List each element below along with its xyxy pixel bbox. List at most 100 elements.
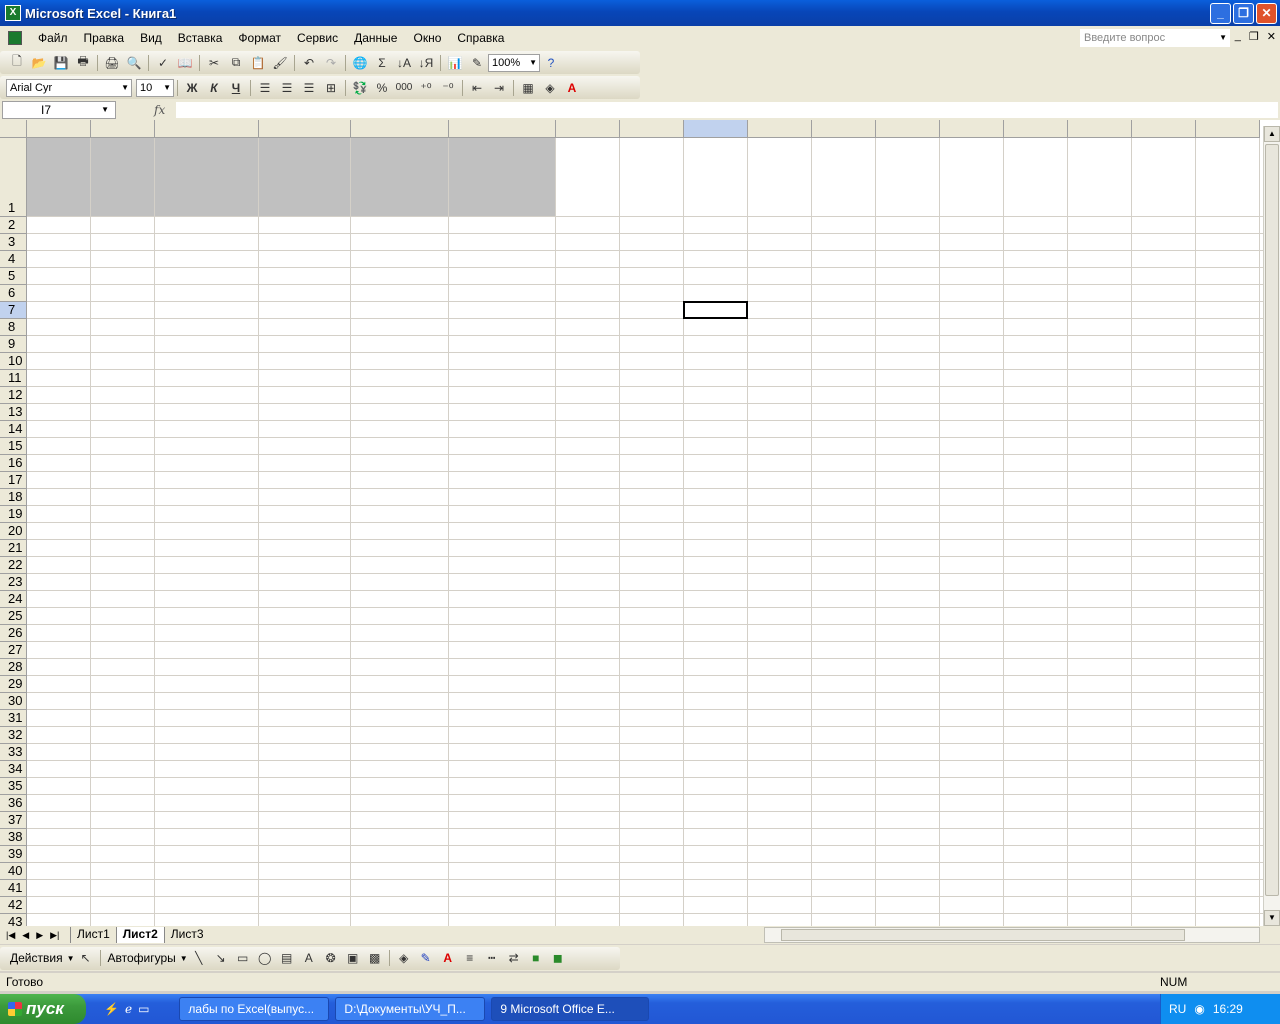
- row-header-2[interactable]: 2: [0, 217, 27, 234]
- line-icon[interactable]: ╲: [188, 948, 210, 968]
- prev-sheet-icon[interactable]: ◀: [22, 930, 29, 941]
- minimize-button[interactable]: _: [1210, 3, 1231, 24]
- header-cell-D[interactable]: [259, 138, 350, 216]
- column-header-C[interactable]: [155, 120, 259, 138]
- align-right-icon[interactable]: ☰: [298, 78, 320, 98]
- decrease-decimal-icon[interactable]: ⁻⁰: [437, 78, 459, 98]
- percent-button[interactable]: %: [371, 78, 393, 98]
- column-header-O[interactable]: [1068, 120, 1132, 138]
- row-header-28[interactable]: 28: [0, 659, 27, 676]
- active-cell-selection[interactable]: [683, 301, 748, 319]
- row-header-17[interactable]: 17: [0, 472, 27, 489]
- vertical-scroll-thumb[interactable]: [1265, 144, 1279, 896]
- row-header-24[interactable]: 24: [0, 591, 27, 608]
- autosum-icon[interactable]: Σ: [371, 53, 393, 73]
- chart-wizard-icon[interactable]: 📊: [444, 53, 466, 73]
- spreadsheet-grid[interactable]: 1 2 3 4 5 6 7 8 9 10 11 12 13 14 15 16 17 18 19 20 21 22 23 24 2…: [0, 120, 1280, 928]
- thousands-button[interactable]: 000: [393, 78, 415, 98]
- chevron-down-icon[interactable]: ▼: [1219, 29, 1227, 47]
- row-header-29[interactable]: 29: [0, 676, 27, 693]
- research-icon[interactable]: 📖: [174, 53, 196, 73]
- align-left-icon[interactable]: ☰: [254, 78, 276, 98]
- first-sheet-icon[interactable]: |◀: [6, 930, 15, 941]
- font-size-select[interactable]: 10 ▼: [136, 78, 174, 97]
- print-icon[interactable]: 🖨: [101, 53, 123, 73]
- decrease-indent-icon[interactable]: ⇤: [466, 78, 488, 98]
- column-header-M[interactable]: [940, 120, 1004, 138]
- tab-sheet2[interactable]: Лист2: [115, 927, 164, 943]
- new-icon[interactable]: 🗋: [6, 53, 28, 73]
- taskbar-item-explorer[interactable]: D:\Документы\УЧ_П...: [335, 997, 486, 1021]
- picture-icon[interactable]: ▩: [364, 948, 386, 968]
- menu-edit[interactable]: Правка: [76, 31, 133, 45]
- show-desktop-icon[interactable]: ▭: [138, 1002, 149, 1016]
- shadow-icon[interactable]: ■: [525, 948, 547, 968]
- row-header-20[interactable]: 20: [0, 523, 27, 540]
- tab-sheet3[interactable]: Лист3: [163, 927, 210, 943]
- column-header-N[interactable]: [1004, 120, 1068, 138]
- select-objects-icon[interactable]: ↖: [75, 948, 97, 968]
- menu-tools[interactable]: Сервис: [289, 31, 346, 45]
- row-header-11[interactable]: 11: [0, 370, 27, 387]
- permission-icon[interactable]: 🖶: [72, 53, 94, 73]
- column-header-L[interactable]: [876, 120, 940, 138]
- sort-ascending-icon[interactable]: ↓A: [393, 53, 415, 73]
- column-header-G[interactable]: [556, 120, 620, 138]
- row-header-35[interactable]: 35: [0, 778, 27, 795]
- sort-descending-icon[interactable]: ↓Я: [415, 53, 437, 73]
- internet-explorer-icon[interactable]: ℯ: [125, 1002, 132, 1016]
- spelling-icon[interactable]: ✓: [152, 53, 174, 73]
- language-indicator[interactable]: RU: [1169, 1002, 1186, 1016]
- menu-format[interactable]: Формат: [230, 31, 289, 45]
- redo-icon[interactable]: ↷: [320, 53, 342, 73]
- vertical-scrollbar[interactable]: ▲ ▼: [1263, 126, 1280, 927]
- row-header-12[interactable]: 12: [0, 387, 27, 404]
- column-header-J[interactable]: [748, 120, 812, 138]
- row-header-10[interactable]: 10: [0, 353, 27, 370]
- font-color-icon[interactable]: A: [561, 78, 583, 98]
- document-icon[interactable]: [8, 31, 22, 45]
- name-box[interactable]: I7 ▼: [2, 101, 116, 119]
- column-header-H[interactable]: [620, 120, 684, 138]
- column-header-I[interactable]: [684, 120, 748, 138]
- save-icon[interactable]: 💾: [50, 53, 72, 73]
- arrow-icon[interactable]: ↘: [210, 948, 232, 968]
- column-header-D[interactable]: [259, 120, 351, 138]
- borders-icon[interactable]: ▦: [517, 78, 539, 98]
- row-header-4[interactable]: 4: [0, 251, 27, 268]
- row-header-34[interactable]: 34: [0, 761, 27, 778]
- row-header-6[interactable]: 6: [0, 285, 27, 302]
- row-header-3[interactable]: 3: [0, 234, 27, 251]
- tab-sheet1[interactable]: Лист1: [70, 927, 116, 943]
- column-header-K[interactable]: [812, 120, 876, 138]
- row-header-19[interactable]: 19: [0, 506, 27, 523]
- close-button[interactable]: ✕: [1256, 3, 1277, 24]
- row-header-14[interactable]: 14: [0, 421, 27, 438]
- doc-restore-button[interactable]: ❐: [1249, 30, 1259, 43]
- horizontal-scroll-thumb[interactable]: [781, 929, 1185, 941]
- maximize-button[interactable]: ❐: [1233, 3, 1254, 24]
- row-header-33[interactable]: 33: [0, 744, 27, 761]
- open-icon[interactable]: 📂: [28, 53, 50, 73]
- scroll-down-button[interactable]: ▼: [1264, 910, 1280, 926]
- menu-data[interactable]: Данные: [346, 31, 405, 45]
- row-header-21[interactable]: 21: [0, 540, 27, 557]
- row-header-7[interactable]: 7: [0, 302, 27, 319]
- header-cell-A[interactable]: [27, 138, 90, 216]
- column-header-A[interactable]: [27, 120, 91, 138]
- row-header-41[interactable]: 41: [0, 880, 27, 897]
- font-name-select[interactable]: Arial Cyr ▼: [6, 78, 132, 97]
- currency-icon[interactable]: 💱: [349, 78, 371, 98]
- fx-icon[interactable]: fx: [154, 103, 165, 117]
- hyperlink-icon[interactable]: 🌐: [349, 53, 371, 73]
- row-header-16[interactable]: 16: [0, 455, 27, 472]
- font-color-icon[interactable]: A: [437, 948, 459, 968]
- 3d-icon[interactable]: ◼: [547, 948, 569, 968]
- row-header-13[interactable]: 13: [0, 404, 27, 421]
- arrow-style-icon[interactable]: ⇄: [503, 948, 525, 968]
- italic-button[interactable]: К: [203, 78, 225, 98]
- row-header-23[interactable]: 23: [0, 574, 27, 591]
- start-button[interactable]: пуск: [0, 994, 86, 1024]
- taskbar-item-excel[interactable]: 9 Microsoft Office E...: [491, 997, 650, 1021]
- copy-icon[interactable]: ⧉: [225, 53, 247, 73]
